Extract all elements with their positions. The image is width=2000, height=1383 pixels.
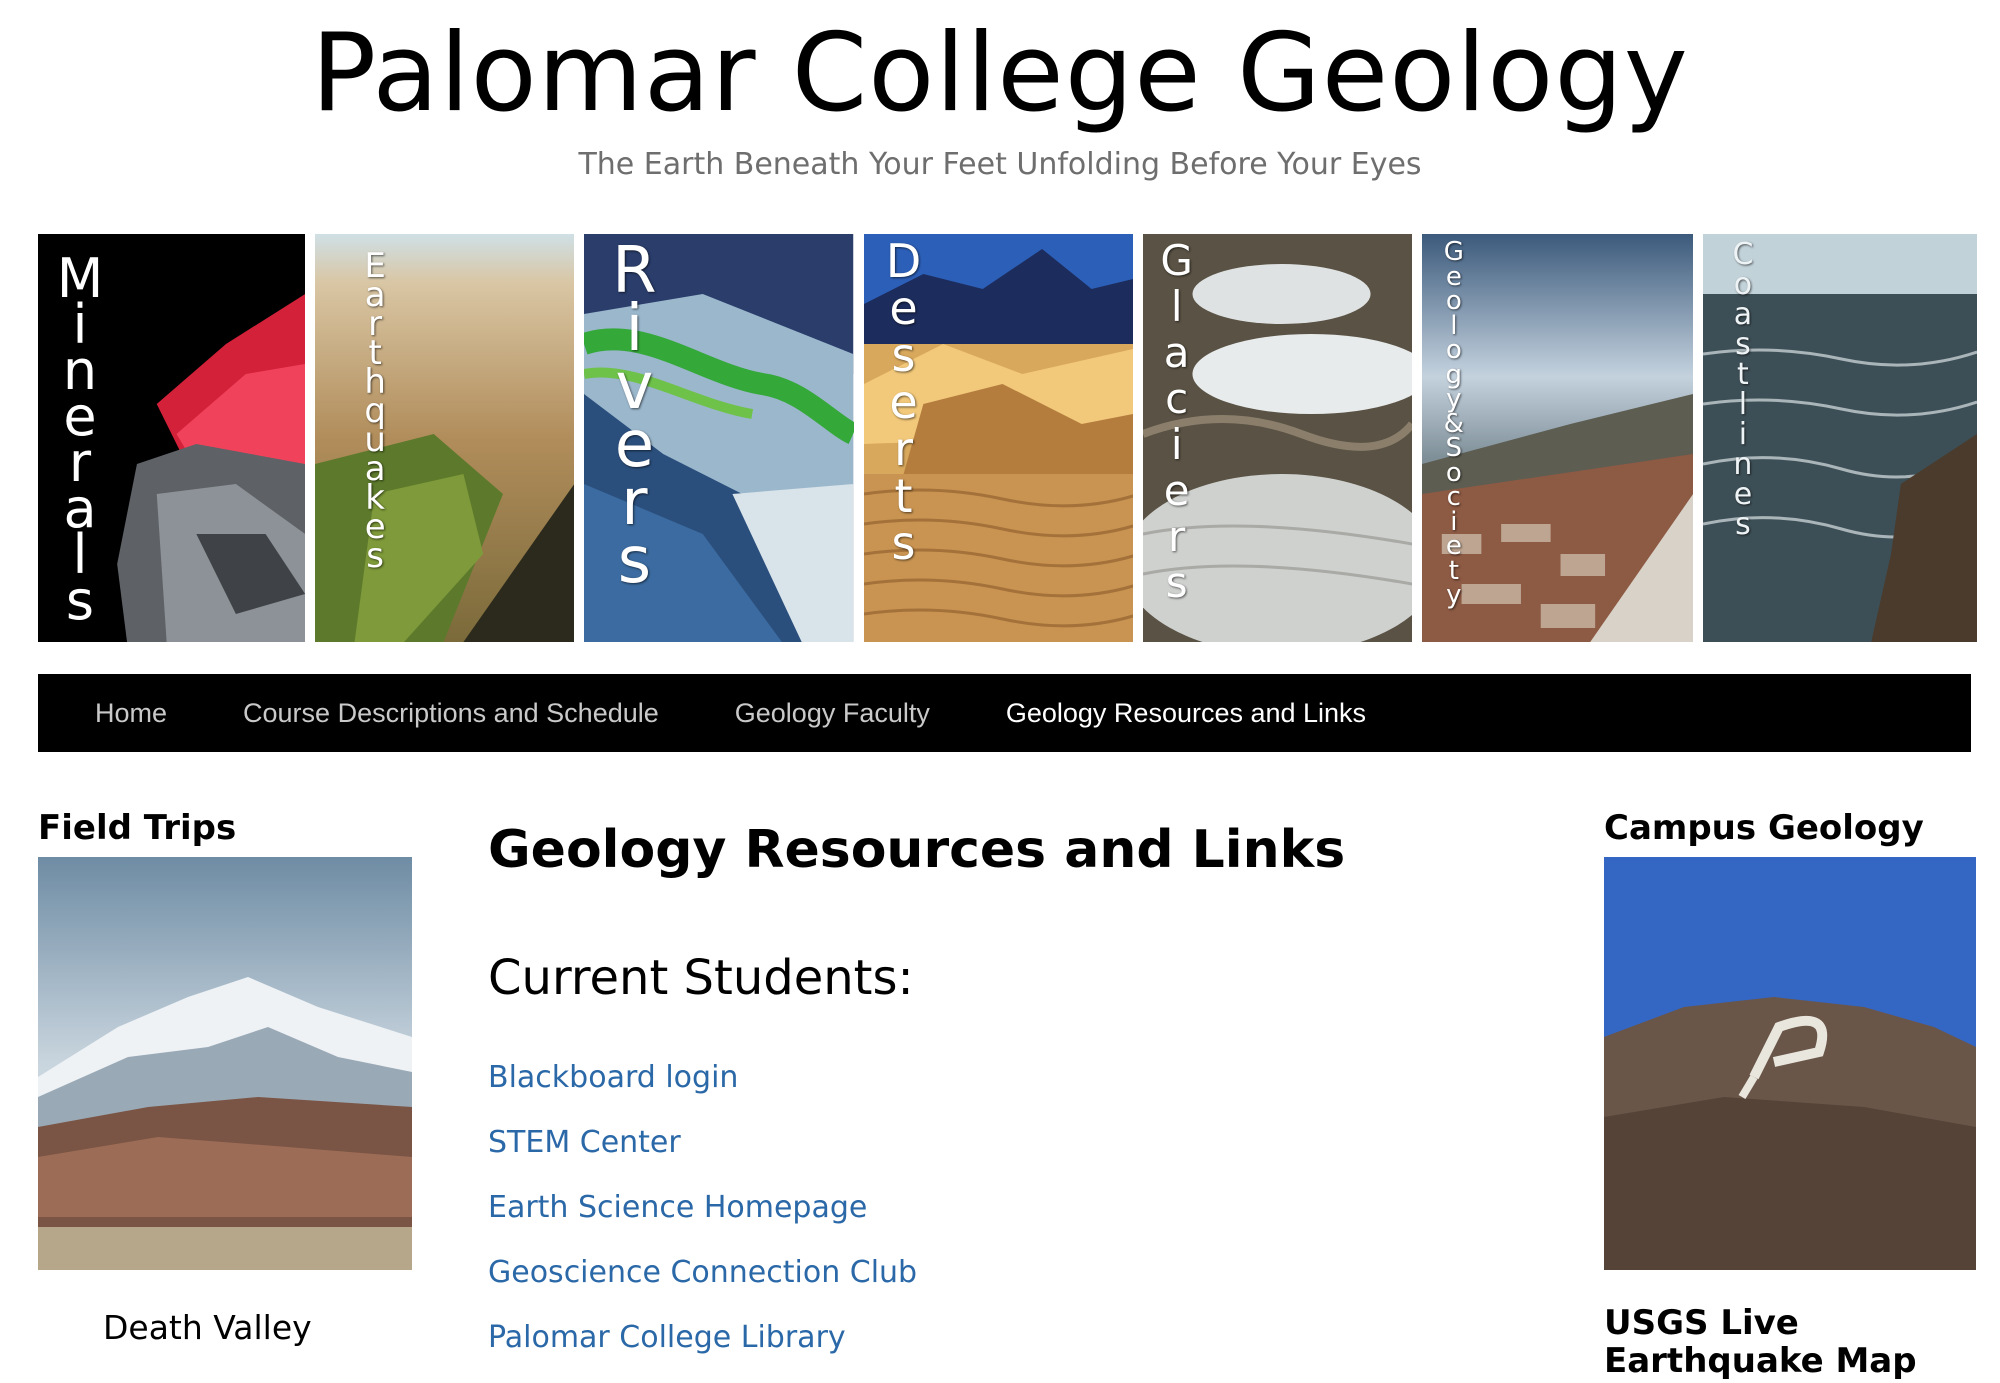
- banner-panel-glaciers[interactable]: Glaciers: [1142, 234, 1412, 642]
- hill-p-image: [1604, 857, 1976, 1270]
- field-trips-title: Field Trips: [38, 808, 237, 848]
- nav-home[interactable]: Home: [95, 698, 167, 729]
- banner-label-coastlines: Coastlines: [1732, 237, 1754, 542]
- banner-panel-coastlines[interactable]: Coastlines: [1702, 234, 1977, 642]
- site-title: Palomar College Geology: [311, 11, 1689, 136]
- banner-label-minerals: Minerals: [56, 247, 104, 632]
- nav-geology-faculty[interactable]: Geology Faculty: [735, 698, 930, 729]
- nav-course-descriptions[interactable]: Course Descriptions and Schedule: [243, 698, 659, 729]
- banner-label-geology-society: Ge o l o g y & So c i e t y: [1443, 237, 1464, 610]
- banner-panel-rivers[interactable]: Rivers: [584, 234, 854, 642]
- nav-resources-links[interactable]: Geology Resources and Links: [1006, 698, 1366, 729]
- link-stem-center[interactable]: STEM Center: [488, 1123, 917, 1188]
- banner-panel-earthquakes[interactable]: Earthquakes: [315, 234, 575, 642]
- campus-geology-photo[interactable]: [1604, 857, 1976, 1270]
- site-tagline: The Earth Beneath Your Feet Unfolding Be…: [578, 147, 1422, 182]
- page-title: Geology Resources and Links: [488, 820, 1346, 880]
- link-earth-science-homepage[interactable]: Earth Science Homepage: [488, 1188, 917, 1253]
- banner-label-glaciers: Glaciers: [1160, 236, 1193, 607]
- death-valley-caption: Death Valley: [103, 1308, 312, 1347]
- topic-banner: Minerals Earthquakes Rivers D e s e r t …: [38, 234, 1977, 642]
- link-geoscience-connection-club[interactable]: Geoscience Connection Club: [488, 1253, 917, 1318]
- campus-geology-title: Campus Geology: [1604, 808, 1924, 848]
- banner-label-earthquakes: Earthquakes: [364, 246, 386, 576]
- banner-label-deserts: Deserts: [885, 234, 922, 570]
- main-nav: Home Course Descriptions and Schedule Ge…: [38, 674, 1971, 752]
- link-palomar-college-library[interactable]: Palomar College Library: [488, 1318, 917, 1383]
- banner-panel-geology-society[interactable]: Ge o l o g y & So c i e t y: [1421, 234, 1693, 642]
- link-blackboard-login[interactable]: Blackboard login: [488, 1058, 917, 1123]
- usgs-earthquake-map-title[interactable]: USGS Live Earthquake Map: [1604, 1304, 1974, 1380]
- banner-panel-minerals[interactable]: Minerals: [38, 234, 306, 642]
- banner-panel-deserts[interactable]: Deserts: [863, 234, 1133, 642]
- student-links-list: Blackboard login STEM Center Earth Scien…: [488, 1058, 917, 1383]
- current-students-heading: Current Students:: [488, 950, 914, 1006]
- mountain-image: [38, 857, 412, 1270]
- death-valley-photo[interactable]: [38, 857, 412, 1270]
- banner-label-rivers: Rivers: [612, 234, 657, 598]
